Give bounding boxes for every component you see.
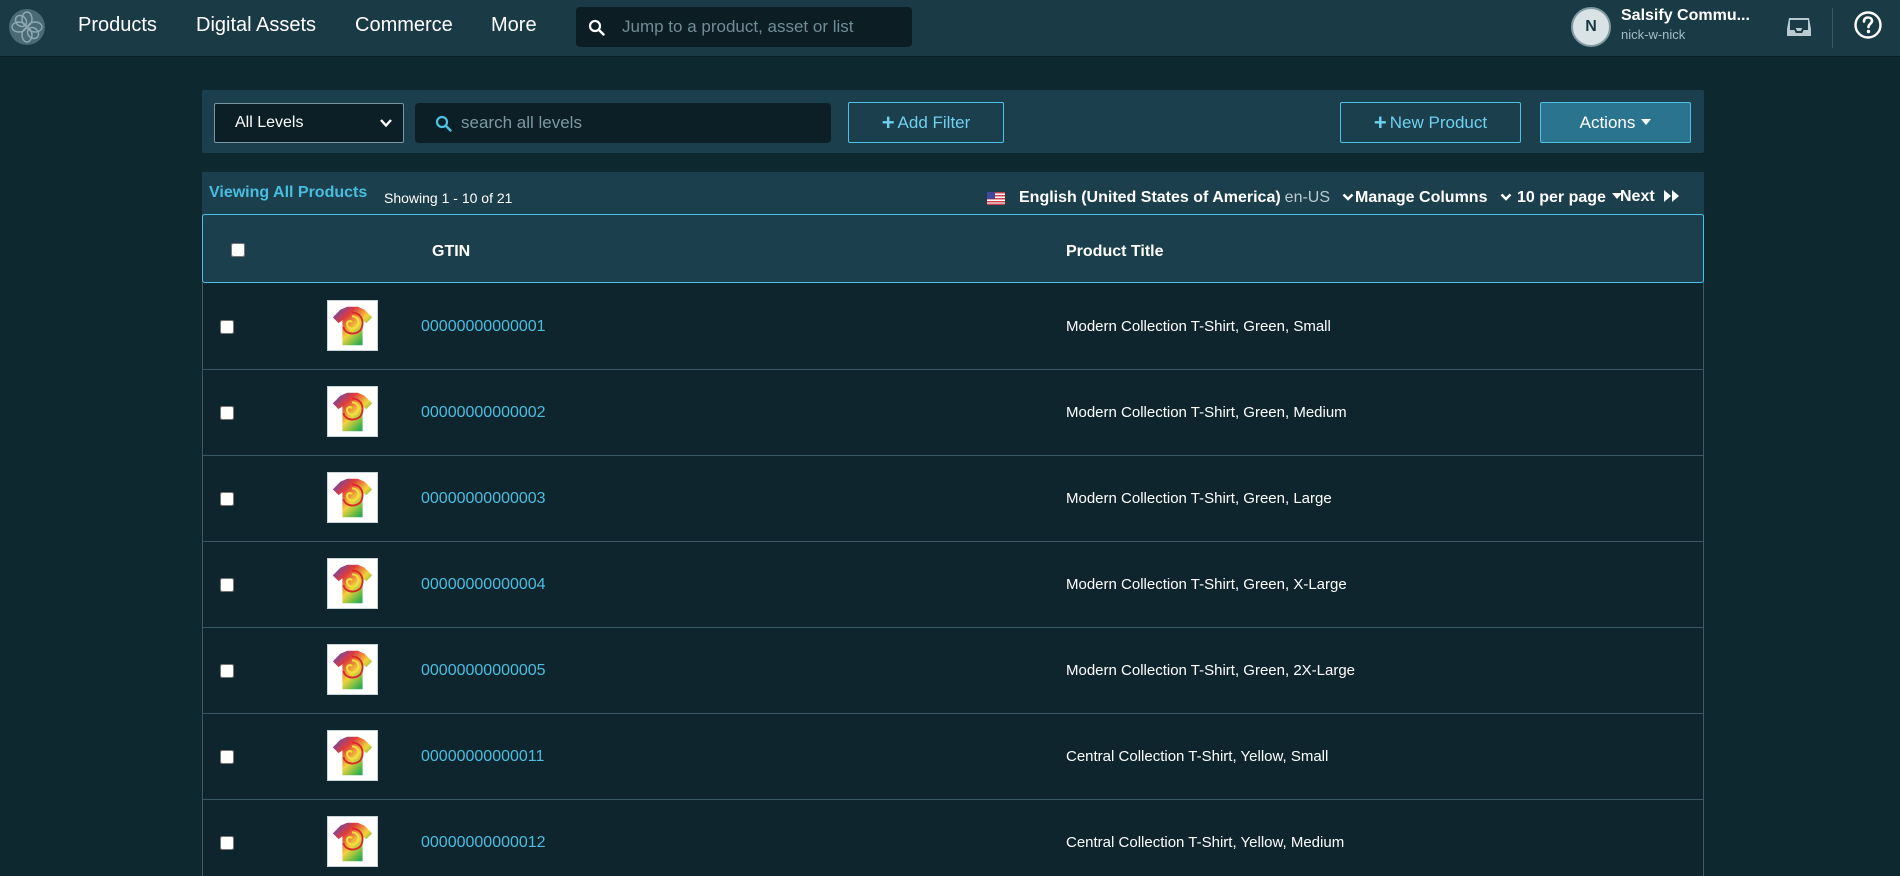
column-header-gtin[interactable]: GTIN	[432, 243, 470, 261]
inbox-icon[interactable]	[1785, 12, 1813, 40]
product-thumbnail[interactable]	[327, 300, 378, 351]
help-icon[interactable]	[1853, 10, 1883, 40]
gtin-link[interactable]: 00000000000011	[421, 748, 544, 766]
gtin-link[interactable]: 00000000000012	[421, 834, 546, 852]
table-row[interactable]: 00000000000001 Modern Collection T-Shirt…	[203, 284, 1703, 370]
product-toolbar: All Levels +Add Filter +New Product Acti…	[202, 90, 1704, 153]
fast-forward-icon	[1664, 190, 1680, 202]
row-checkbox[interactable]	[220, 492, 234, 506]
actions-label: Actions	[1579, 113, 1636, 132]
level-search-input[interactable]	[459, 103, 819, 143]
per-page-dropdown[interactable]: 10 per page	[1517, 189, 1622, 207]
table-row[interactable]: 00000000000005 Modern Collection T-Shirt…	[203, 628, 1703, 714]
chevron-down-icon	[1500, 193, 1512, 201]
level-select-value: All Levels	[235, 114, 304, 131]
product-thumbnail[interactable]	[327, 386, 378, 437]
row-checkbox[interactable]	[220, 578, 234, 592]
next-page-button[interactable]: Next	[1620, 188, 1681, 206]
table-row[interactable]: 00000000000012 Central Collection T-Shir…	[203, 800, 1703, 876]
row-checkbox[interactable]	[220, 750, 234, 764]
new-product-label: New Product	[1389, 113, 1488, 132]
gtin-link[interactable]: 00000000000005	[421, 662, 546, 680]
product-thumbnail[interactable]	[327, 472, 378, 523]
new-product-button[interactable]: + New Product	[1340, 102, 1521, 143]
salsify-logo-icon[interactable]	[8, 8, 46, 46]
viewing-list-link[interactable]: Viewing All Products	[209, 184, 367, 202]
nav-divider	[1832, 8, 1833, 48]
search-icon	[435, 115, 452, 132]
product-thumbnail[interactable]	[327, 558, 378, 609]
us-flag-icon	[987, 192, 1005, 205]
nav-products[interactable]: Products	[78, 14, 157, 37]
product-thumbnail[interactable]	[327, 730, 378, 781]
table-row[interactable]: 00000000000011 Central Collection T-Shir…	[203, 714, 1703, 800]
table-row[interactable]: 00000000000004 Modern Collection T-Shirt…	[203, 542, 1703, 628]
product-title: Modern Collection T-Shirt, Green, Small	[1066, 318, 1331, 335]
product-title: Central Collection T-Shirt, Yellow, Smal…	[1066, 748, 1329, 765]
chevron-down-icon	[1343, 193, 1354, 201]
product-title: Modern Collection T-Shirt, Green, X-Larg…	[1066, 576, 1347, 593]
column-header-product-title[interactable]: Product Title	[1066, 243, 1164, 261]
product-table: GTIN Product Title 00000000000001 Modern…	[202, 214, 1704, 876]
level-search	[415, 103, 831, 143]
product-title: Modern Collection T-Shirt, Green, Medium	[1066, 404, 1347, 421]
product-thumbnail[interactable]	[327, 644, 378, 695]
per-page-label: 10 per page	[1517, 189, 1606, 206]
row-checkbox[interactable]	[220, 320, 234, 334]
product-thumbnail[interactable]	[327, 816, 378, 867]
manage-columns-label: Manage Columns	[1355, 189, 1488, 206]
table-header: GTIN Product Title	[202, 214, 1704, 283]
gtin-link[interactable]: 00000000000004	[421, 576, 546, 594]
nav-digital-assets[interactable]: Digital Assets	[196, 14, 316, 37]
nav-more[interactable]: More	[491, 14, 537, 37]
next-label: Next	[1620, 188, 1655, 205]
plus-icon: +	[1373, 110, 1387, 135]
table-row[interactable]: 00000000000003 Modern Collection T-Shirt…	[203, 456, 1703, 542]
manage-columns-dropdown[interactable]: Manage Columns	[1355, 189, 1512, 207]
locale-code: en-US	[1284, 189, 1331, 206]
row-checkbox[interactable]	[220, 406, 234, 420]
product-title: Modern Collection T-Shirt, Green, Large	[1066, 490, 1332, 507]
user-org-name[interactable]: Salsify Commu...	[1621, 7, 1750, 25]
top-navigation-bar: Products Digital Assets Commerce More N …	[0, 0, 1900, 57]
nav-commerce[interactable]: Commerce	[355, 14, 453, 37]
global-search	[576, 7, 912, 47]
gtin-link[interactable]: 00000000000001	[421, 318, 546, 336]
gtin-link[interactable]: 00000000000002	[421, 404, 546, 422]
locale-name: English (United States of America)	[1019, 189, 1281, 206]
gtin-link[interactable]: 00000000000003	[421, 490, 546, 508]
user-handle: nick-w-nick	[1621, 27, 1686, 42]
locale-selector[interactable]: English (United States of America) en-US	[1019, 189, 1354, 207]
showing-count: Showing 1 - 10 of 21	[384, 190, 513, 206]
level-select[interactable]: All Levels	[214, 103, 404, 143]
select-all-checkbox[interactable]	[231, 243, 245, 257]
product-title: Modern Collection T-Shirt, Green, 2X-Lar…	[1066, 662, 1356, 679]
global-search-input[interactable]	[612, 7, 902, 47]
actions-button[interactable]: Actions	[1540, 102, 1691, 143]
row-checkbox[interactable]	[220, 664, 234, 678]
add-filter-button[interactable]: + Add Filter	[848, 102, 1004, 143]
row-checkbox[interactable]	[220, 836, 234, 850]
plus-icon: +	[881, 110, 895, 135]
product-title: Central Collection T-Shirt, Yellow, Medi…	[1066, 834, 1345, 851]
chevron-down-icon	[380, 119, 392, 128]
search-icon	[588, 19, 605, 36]
add-filter-label: Add Filter	[897, 113, 971, 132]
caret-down-icon	[1641, 119, 1652, 125]
table-row[interactable]: 00000000000002 Modern Collection T-Shirt…	[203, 370, 1703, 456]
list-meta-bar: Viewing All Products Showing 1 - 10 of 2…	[202, 172, 1704, 215]
avatar[interactable]: N	[1571, 7, 1611, 47]
